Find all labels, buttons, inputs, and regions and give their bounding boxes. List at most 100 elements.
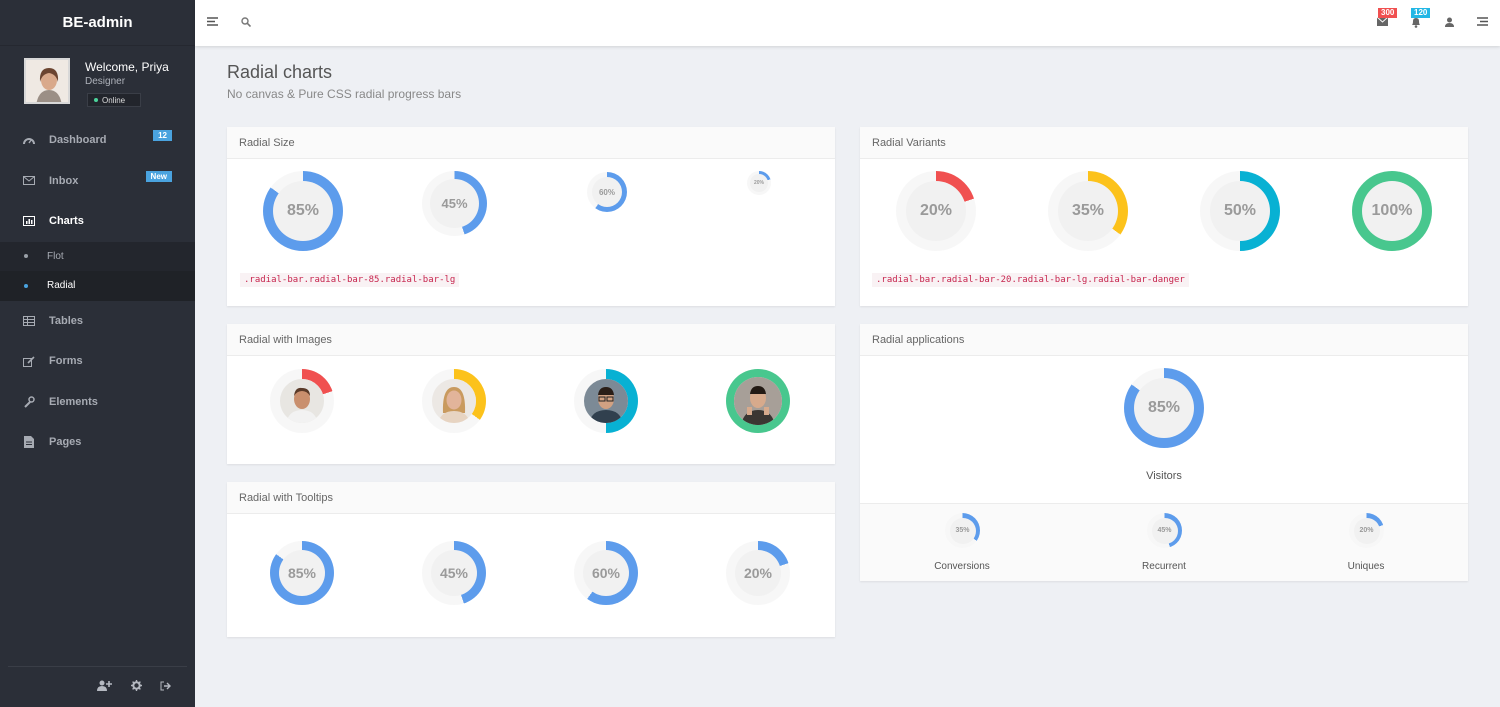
radial-size-lg: 85% bbox=[263, 171, 343, 251]
card-radial-size: Radial Size 85% 45% 60% 20% .radial-bar.… bbox=[227, 127, 835, 306]
sidebar-item-tables[interactable]: Tables bbox=[0, 301, 195, 342]
radial-image-4 bbox=[726, 369, 790, 433]
person-image bbox=[734, 377, 782, 425]
status-badge: Online bbox=[87, 93, 141, 107]
radial-uniques: 20% bbox=[1349, 513, 1384, 548]
uniques-caption: Uniques bbox=[1347, 561, 1385, 572]
user-icon[interactable] bbox=[1445, 17, 1454, 27]
subitem-label: Flot bbox=[47, 250, 64, 262]
recurrent-caption: Recurrent bbox=[1142, 561, 1186, 572]
radial-variant-info: 50% bbox=[1200, 171, 1280, 251]
sidebar-item-label: Pages bbox=[49, 436, 82, 449]
menu-toggle-icon[interactable] bbox=[207, 17, 218, 26]
radial-variant-warning: 35% bbox=[1048, 171, 1128, 251]
charts-submenu: Flot Radial bbox=[0, 241, 195, 301]
sidebar-item-inbox[interactable]: Inbox New bbox=[0, 161, 195, 202]
radial-variant-danger: 20% bbox=[896, 171, 976, 251]
mail-count-badge: 300 bbox=[1378, 8, 1398, 18]
radial-variant-success: 100% bbox=[1352, 171, 1432, 251]
welcome-text: Welcome, Priya bbox=[85, 60, 169, 74]
radial-label: 35% bbox=[949, 517, 976, 544]
file-icon bbox=[22, 436, 36, 449]
sidebar-item-label: Charts bbox=[49, 215, 84, 228]
bullet-icon bbox=[24, 254, 28, 259]
radial-visitors: 85% bbox=[1124, 368, 1204, 448]
radial-label: 60% bbox=[583, 550, 629, 596]
radial-tooltip-4[interactable]: 20% bbox=[726, 541, 790, 605]
card-title: Radial Variants bbox=[860, 127, 1468, 159]
radial-size-md: 45% bbox=[422, 171, 487, 236]
card-title: Radial with Tooltips bbox=[227, 482, 835, 514]
status-text: Online bbox=[102, 95, 126, 105]
card-radial-images: Radial with Images bbox=[227, 324, 835, 464]
radial-label: 60% bbox=[592, 177, 622, 207]
radial-image-2 bbox=[422, 369, 486, 433]
dashboard-icon bbox=[22, 135, 36, 145]
table-icon bbox=[22, 315, 36, 326]
radial-label: 20% bbox=[735, 550, 781, 596]
inbox-icon bbox=[22, 176, 36, 186]
dashboard-count-badge: 12 bbox=[153, 130, 172, 141]
radial-label: 45% bbox=[431, 550, 477, 596]
sidebar: BE-admin Welcome, Priya Designer Online … bbox=[0, 0, 195, 707]
sidebar-item-label: Forms bbox=[49, 355, 83, 368]
radial-size-sm: 60% bbox=[587, 172, 627, 212]
radial-label: 85% bbox=[1134, 378, 1194, 438]
card-radial-variants: Radial Variants 20% 35% 50% 100% .radial… bbox=[860, 127, 1468, 306]
page-subtitle: No canvas & Pure CSS radial progress bar… bbox=[227, 87, 462, 101]
online-dot-icon bbox=[94, 98, 98, 102]
person-image bbox=[584, 379, 628, 423]
bar-chart-icon bbox=[22, 216, 36, 227]
radial-label: 45% bbox=[1151, 517, 1178, 544]
mail-icon[interactable] bbox=[1377, 17, 1388, 26]
radial-size-xs: 20% bbox=[747, 171, 771, 195]
settings-menu-icon[interactable] bbox=[1477, 17, 1488, 26]
sidebar-subitem-flot[interactable]: Flot bbox=[0, 242, 195, 272]
conversions-caption: Conversions bbox=[934, 561, 990, 572]
sidebar-item-charts[interactable]: Charts bbox=[0, 201, 195, 242]
user-profile: Welcome, Priya Designer Online bbox=[0, 46, 195, 120]
bullet-icon bbox=[24, 283, 28, 288]
radial-tooltip-3[interactable]: 60% bbox=[574, 541, 638, 605]
bell-icon[interactable] bbox=[1411, 17, 1421, 28]
radial-tooltip-2[interactable]: 45% bbox=[422, 541, 486, 605]
radial-label: 100% bbox=[1362, 181, 1422, 241]
person-image bbox=[432, 379, 476, 423]
sidebar-item-pages[interactable]: Pages bbox=[0, 422, 195, 463]
sign-out-icon[interactable] bbox=[160, 678, 171, 696]
search-icon[interactable] bbox=[241, 17, 251, 27]
card-radial-tooltips: Radial with Tooltips 85% 45% 60% 20% bbox=[227, 482, 835, 637]
sidebar-item-elements[interactable]: Elements bbox=[0, 382, 195, 423]
inbox-new-badge: New bbox=[145, 170, 172, 182]
sidebar-item-forms[interactable]: Forms bbox=[0, 341, 195, 382]
visitors-caption: Visitors bbox=[1146, 470, 1182, 482]
radial-label: 85% bbox=[279, 550, 325, 596]
edit-icon bbox=[22, 356, 36, 367]
sidebar-subitem-radial[interactable]: Radial bbox=[0, 271, 195, 301]
card-title: Radial applications bbox=[860, 324, 1468, 356]
sidebar-item-label: Elements bbox=[49, 395, 98, 408]
sidebar-item-label: Tables bbox=[49, 314, 84, 327]
brand-logo[interactable]: BE-admin bbox=[0, 0, 195, 46]
radial-tooltip-1[interactable]: 85% bbox=[270, 541, 334, 605]
card-title: Radial with Images bbox=[227, 324, 835, 356]
avatar[interactable] bbox=[24, 58, 70, 104]
add-user-icon[interactable] bbox=[97, 678, 113, 696]
radial-label: 20% bbox=[1353, 517, 1380, 544]
radial-conversions: 35% bbox=[945, 513, 980, 548]
radial-label: 50% bbox=[1210, 181, 1270, 241]
topbar: 300 120 bbox=[195, 0, 1500, 46]
sidebar-item-label: Dashboard bbox=[49, 134, 107, 147]
radial-image-3 bbox=[574, 369, 638, 433]
radial-label: 35% bbox=[1058, 181, 1118, 241]
radial-label: 85% bbox=[273, 181, 333, 241]
radial-label: 20% bbox=[750, 174, 768, 192]
card-radial-applications: Radial applications 85% Visitors 35% Con… bbox=[860, 324, 1468, 581]
gear-icon[interactable] bbox=[131, 678, 142, 696]
sidebar-item-dashboard[interactable]: Dashboard 12 bbox=[0, 120, 195, 161]
sidebar-item-label: Inbox bbox=[49, 174, 79, 187]
radial-label: 20% bbox=[906, 181, 966, 241]
radial-label: 45% bbox=[430, 179, 479, 228]
sidebar-footer bbox=[8, 666, 187, 707]
person-image bbox=[280, 379, 324, 423]
